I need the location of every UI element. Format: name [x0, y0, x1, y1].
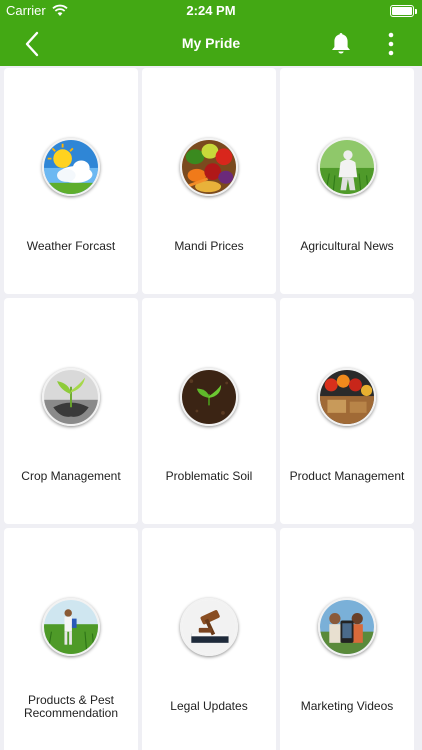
vegetables-icon [180, 138, 238, 196]
produce-basket-icon [318, 368, 376, 426]
back-icon[interactable] [20, 30, 46, 58]
tile-mandi-prices[interactable]: Mandi Prices [142, 68, 276, 294]
tile-weather-forcast[interactable]: Weather Forcast [4, 68, 138, 294]
tile-label: Crop Management [21, 469, 121, 483]
navigation-bar: My Pride [0, 22, 422, 66]
more-options-icon[interactable] [382, 31, 400, 57]
tile-label: Product Management [289, 469, 405, 483]
tile-agricultural-news[interactable]: Agricultural News [280, 68, 414, 294]
tile-crop-management[interactable]: Crop Management [4, 298, 138, 524]
tile-label: Mandi Prices [174, 239, 244, 253]
seedling-icon [42, 368, 100, 426]
farmer-field-icon [318, 138, 376, 196]
battery-icon [390, 5, 417, 17]
menu-grid: Weather Forcast Mandi Prices Agricultura… [4, 68, 418, 750]
clock: 2:24 PM [186, 3, 236, 18]
tile-legal-updates[interactable]: Legal Updates [142, 528, 276, 750]
tile-label: Products & Pest Recommendation [23, 693, 119, 720]
soil-plant-icon [180, 368, 238, 426]
tile-label: Agricultural News [300, 239, 394, 253]
farmer-spraying-icon [42, 598, 100, 656]
video-icon [318, 598, 376, 656]
tile-products-pest-recommendation[interactable]: Products & Pest Recommendation [4, 528, 138, 750]
notification-bell-icon[interactable] [330, 31, 352, 57]
weather-icon [42, 138, 100, 196]
tile-label: Legal Updates [170, 699, 248, 713]
tile-marketing-videos[interactable]: Marketing Videos [280, 528, 414, 750]
tile-problematic-soil[interactable]: Problematic Soil [142, 298, 276, 524]
tile-label: Problematic Soil [165, 469, 253, 483]
tile-product-management[interactable]: Product Management [280, 298, 414, 524]
tile-label: Marketing Videos [300, 699, 394, 713]
tile-label: Weather Forcast [26, 239, 116, 253]
page-title: My Pride [181, 35, 241, 51]
gavel-icon [180, 598, 238, 656]
status-bar: Carrier 2:24 PM [0, 0, 422, 22]
